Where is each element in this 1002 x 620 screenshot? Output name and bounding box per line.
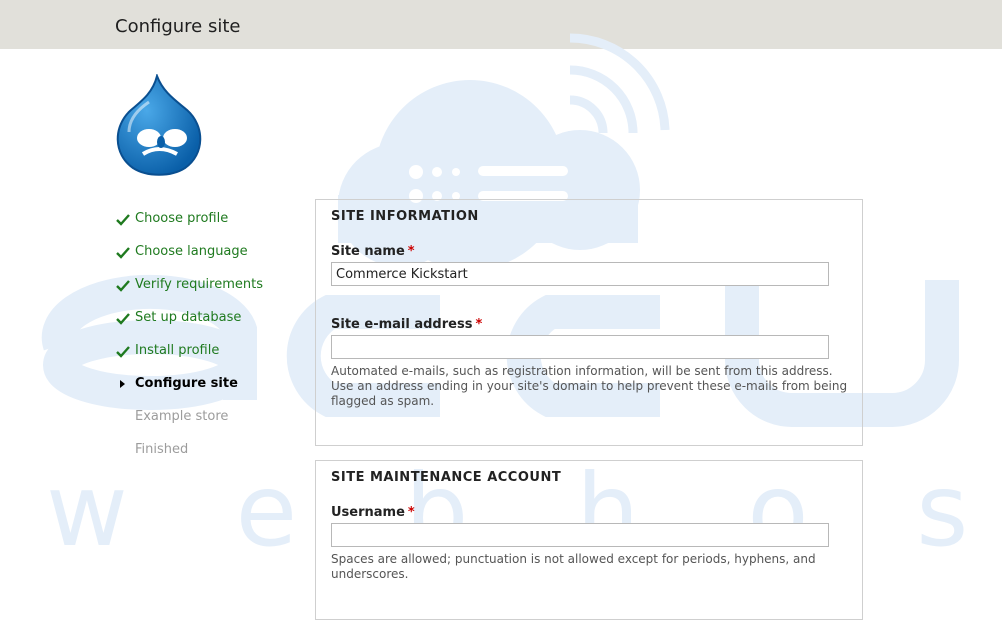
step-example-store: Example store (115, 409, 263, 442)
checkmark-icon (116, 313, 130, 325)
drupal-logo-icon (116, 74, 202, 176)
site-email-input[interactable] (331, 335, 829, 359)
step-choose-language: Choose language (115, 244, 263, 277)
step-verify-requirements: Verify requirements (115, 277, 263, 310)
step-choose-profile: Choose profile (115, 211, 263, 244)
username-description: Spaces are allowed; punctuation is not a… (331, 552, 816, 581)
step-label: Choose profile (135, 211, 229, 226)
step-label: Set up database (135, 310, 242, 325)
step-label: Finished (135, 442, 189, 457)
required-marker: * (407, 244, 415, 259)
site-name-label-text: Site name (331, 244, 405, 259)
required-marker: * (475, 317, 483, 332)
site-name-input[interactable] (331, 262, 829, 286)
step-set-up-database: Set up database (115, 310, 263, 343)
step-label: Install profile (135, 343, 220, 358)
checkmark-icon (116, 280, 130, 292)
step-label: Choose language (135, 244, 248, 259)
page-title: Configure site (115, 16, 241, 37)
current-step-arrow-icon (120, 380, 125, 388)
site-maintenance-account-fieldset: SITE MAINTENANCE ACCOUNT Username * Space… (315, 460, 863, 620)
fieldset-legend: SITE INFORMATION (331, 209, 479, 224)
site-email-label: Site e-mail address * (331, 317, 482, 332)
step-label: Verify requirements (135, 277, 264, 292)
step-install-profile: Install profile (115, 343, 263, 376)
site-information-fieldset: SITE INFORMATION Site name* Site e-mail … (315, 199, 863, 446)
site-email-description: Automated e-mails, such as registration … (331, 364, 848, 408)
step-configure-site: Configure site (115, 376, 263, 409)
step-label: Example store (135, 409, 229, 424)
required-marker: * (407, 505, 415, 520)
username-label: Username * (331, 505, 415, 520)
fieldset-legend: SITE MAINTENANCE ACCOUNT (331, 470, 562, 485)
site-name-label: Site name * (331, 244, 415, 259)
checkmark-icon (116, 214, 130, 226)
checkmark-icon (116, 247, 130, 259)
username-label-text: Username (331, 505, 405, 520)
step-label: Configure site (135, 376, 238, 391)
username-input[interactable] (331, 523, 829, 547)
step-finished: Finished (115, 442, 263, 475)
install-steps-list: Choose profile Choose language Verify re… (115, 211, 263, 475)
checkmark-icon (116, 346, 130, 358)
page-header: Configure site (0, 0, 1002, 49)
site-email-label-text: Site e-mail address (331, 317, 473, 332)
